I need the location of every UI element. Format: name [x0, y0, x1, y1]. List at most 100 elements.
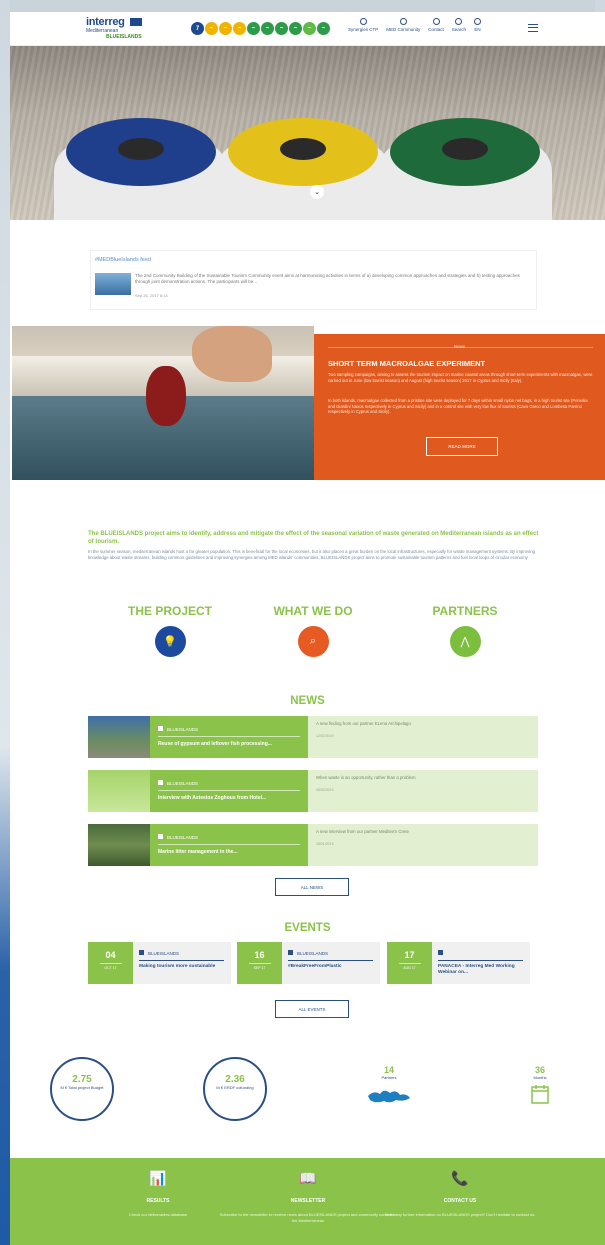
- pillar-the-project[interactable]: THE PROJECT 💡: [100, 604, 240, 657]
- share-icon[interactable]: ⋀: [449, 626, 481, 657]
- scroll-down-icon[interactable]: ⌄: [310, 185, 324, 199]
- magnifier-icon[interactable]: ⌕: [297, 626, 329, 657]
- news-section-title: NEWS: [290, 695, 325, 707]
- event-month: SEP 17: [253, 966, 266, 970]
- experiment-title: SHORT TERM MACROALGAE EXPERIMENT: [328, 359, 486, 368]
- pillar-label[interactable]: THE PROJECT: [100, 604, 240, 618]
- sdg-goal-icon[interactable]: ~: [233, 22, 246, 35]
- all-events-button[interactable]: ALL EVENTS: [275, 1000, 349, 1018]
- news-date: 12/02/2019: [316, 734, 334, 738]
- lightbulb-icon[interactable]: 💡: [154, 626, 186, 657]
- all-news-button[interactable]: ALL NEWS: [275, 878, 349, 896]
- pillar-partners[interactable]: PARTNERS ⋀: [395, 604, 535, 657]
- project-pillars: THE PROJECT 💡 WHAT WE DO ⌕ PARTNERS ⋀: [10, 604, 605, 674]
- feed-title[interactable]: #MEDBlueIslands feed: [95, 257, 151, 263]
- nav-icon: [474, 18, 482, 25]
- footer-text: Need any further information on BLUEISLA…: [384, 1212, 536, 1217]
- sdg-goal-icon[interactable]: ~: [219, 22, 232, 35]
- event-title[interactable]: Making tourism more sustainable: [139, 964, 227, 970]
- top-nav-label: MED Community: [386, 27, 421, 32]
- stat-label: Partners: [381, 1075, 397, 1080]
- news-date: 05/02/2019: [316, 788, 334, 792]
- event-category-label: BLUEISLANDS: [297, 951, 329, 956]
- news-thumbnail: [88, 770, 150, 812]
- green-bin: [378, 118, 552, 220]
- top-nav-item[interactable]: Synergies CTP: [348, 18, 378, 32]
- news-category-label: BLUEISLANDS: [167, 835, 199, 840]
- divider: [248, 963, 271, 964]
- feed-date: Sep 26, 2017 8:14: [135, 293, 168, 298]
- news-item[interactable]: BLUEISLANDS Marine litter management in t…: [88, 824, 538, 866]
- news-card[interactable]: BLUEISLANDS Marine litter management in t…: [150, 824, 308, 866]
- news-excerpt-panel: When waste is an opportunity, rather tha…: [308, 770, 538, 812]
- pillar-label[interactable]: WHAT WE DO: [243, 604, 383, 618]
- category-icon: [158, 726, 163, 731]
- yellow-bin: [216, 118, 390, 220]
- footer-heading[interactable]: CONTACT US: [370, 1198, 550, 1204]
- nav-icon: [359, 18, 367, 25]
- sdg-goal-icon[interactable]: ~: [303, 22, 316, 35]
- window-top-bar: [0, 0, 605, 12]
- pillar-what-we-do[interactable]: WHAT WE DO ⌕: [243, 604, 383, 657]
- event-item[interactable]: 17 AUG 17 PANACEA - Interreg Med Working W…: [387, 942, 530, 984]
- sdg-goal-icon[interactable]: ~: [317, 22, 330, 35]
- footer-contact[interactable]: 📞 CONTACT US Need any further informatio…: [370, 1170, 550, 1218]
- sdg-icons: 7 ~ ~ ~ ~ ~ ~ ~ ~ ~: [191, 22, 330, 36]
- news-title[interactable]: Interview with Asteeios Zoghous from Hot…: [158, 795, 266, 801]
- interreg-logo[interactable]: interreg Mediterranean BLUEISLANDS: [86, 16, 146, 44]
- category-icon: [158, 780, 163, 785]
- hero-image: ⌄: [10, 46, 605, 220]
- divider: [398, 963, 421, 964]
- phone-icon: 📞: [451, 1170, 469, 1186]
- news-item[interactable]: BLUEISLANDS Interview with Asteeios Zogho…: [88, 770, 538, 812]
- read-more-button[interactable]: READ MORE: [426, 437, 498, 456]
- event-item[interactable]: 16 SEP 17 BLUEISLANDS #BreakFreeFromPlastic: [237, 942, 380, 984]
- sdg-goal-icon[interactable]: ~: [289, 22, 302, 35]
- news-excerpt-panel: A new interview from our partner Mediter…: [308, 824, 538, 866]
- event-title[interactable]: #BreakFreeFromPlastic: [288, 964, 376, 970]
- event-category: [438, 950, 447, 956]
- news-card[interactable]: BLUEISLANDS Interview with Asteeios Zogho…: [150, 770, 308, 812]
- sdg-goal-icon[interactable]: 7: [191, 22, 204, 35]
- site-header: interreg Mediterranean BLUEISLANDS 7 ~ ~ ~ ~…: [10, 12, 605, 46]
- experiment-photo: [12, 326, 314, 480]
- news-item[interactable]: BLUEISLANDS Reuse of gypsum and leftover …: [88, 716, 538, 758]
- sdg-goal-icon[interactable]: ~: [205, 22, 218, 35]
- stat-value: 2.75: [72, 1074, 92, 1085]
- sdg-goal-icon[interactable]: ~: [261, 22, 274, 35]
- category-icon: [139, 950, 144, 955]
- divider: [158, 736, 300, 737]
- top-nav-item[interactable]: Search: [452, 18, 466, 32]
- stat-months: 36 Months: [520, 1065, 560, 1109]
- top-nav-item[interactable]: EN: [474, 18, 482, 32]
- page: interreg Mediterranean BLUEISLANDS 7 ~ ~ ~ ~…: [10, 12, 605, 1245]
- event-category: BLUEISLANDS: [288, 950, 328, 956]
- events-section-title: EVENTS: [284, 922, 331, 934]
- hamburger-menu-icon[interactable]: [528, 24, 538, 32]
- news-date: 28/01/2019: [316, 842, 334, 846]
- news-card[interactable]: BLUEISLANDS Reuse of gypsum and leftover …: [150, 716, 308, 758]
- calendar-icon: [531, 1085, 549, 1104]
- stat-value: 36: [534, 1065, 545, 1075]
- top-nav-item[interactable]: Contact: [428, 18, 444, 32]
- sdg-goal-icon[interactable]: ~: [275, 22, 288, 35]
- divider: [99, 963, 122, 964]
- event-title[interactable]: PANACEA - Interreg Med Working Webinar o…: [438, 964, 526, 976]
- backdrop-left: [0, 0, 10, 1245]
- feed-thumbnail: [95, 273, 131, 295]
- event-day: 16: [254, 950, 265, 960]
- news-thumbnail: [88, 824, 150, 866]
- event-month: OCT 17: [104, 966, 117, 970]
- news-category: BLUEISLANDS: [158, 726, 198, 732]
- mediterranean-map-icon: [368, 1090, 410, 1103]
- news-title[interactable]: Marine litter management in the...: [158, 849, 237, 855]
- pillar-label[interactable]: PARTNERS: [395, 604, 535, 618]
- divider: [158, 844, 300, 845]
- category-icon: [438, 950, 443, 955]
- category-icon: [158, 834, 163, 839]
- sdg-goal-icon[interactable]: ~: [247, 22, 260, 35]
- news-title[interactable]: Reuse of gypsum and leftover fish proces…: [158, 741, 272, 747]
- news-category-label: BLUEISLANDS: [167, 781, 199, 786]
- event-item[interactable]: 04 OCT 17 BLUEISLANDS Making tourism more s…: [88, 942, 231, 984]
- top-nav-item[interactable]: MED Community: [386, 18, 420, 32]
